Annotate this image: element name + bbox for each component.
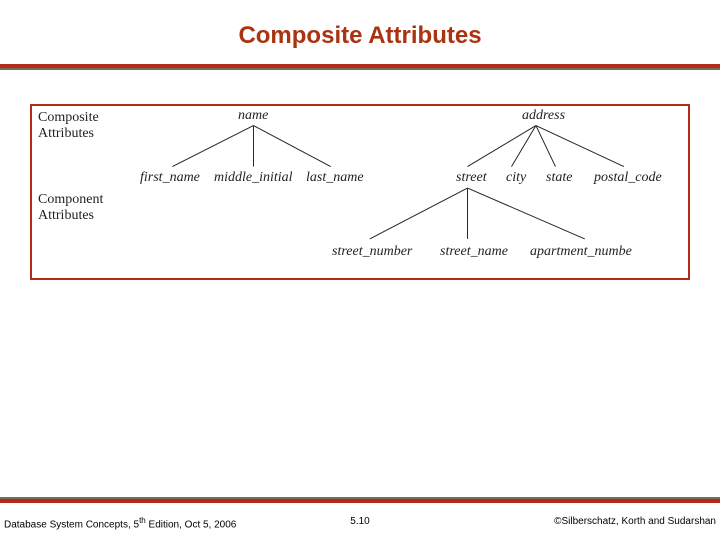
node-city: city [506,170,526,186]
node-name: name [238,108,268,124]
node-last-name: last_name [306,170,364,186]
node-street-name: street_name [440,244,508,260]
title-divider [0,64,720,70]
node-street: street [456,170,487,186]
page-title: Composite Attributes [0,0,720,58]
diagram-frame: Composite Attributes Component Attribute… [30,104,690,280]
node-middle-initial: middle_initial [214,170,293,186]
node-apartment-number: apartment_numbe [530,244,632,260]
footer-right: ©Silberschatz, Korth and Sudarshan [554,516,716,527]
node-address: address [522,108,565,124]
bottom-divider [0,497,720,503]
node-postal-code: postal_code [594,170,662,186]
side-label-composite: Composite Attributes [38,110,99,142]
side-label-component: Component Attributes [38,192,103,224]
node-first-name: first_name [140,170,200,186]
node-street-number: street_number [332,244,412,260]
node-state: state [546,170,572,186]
